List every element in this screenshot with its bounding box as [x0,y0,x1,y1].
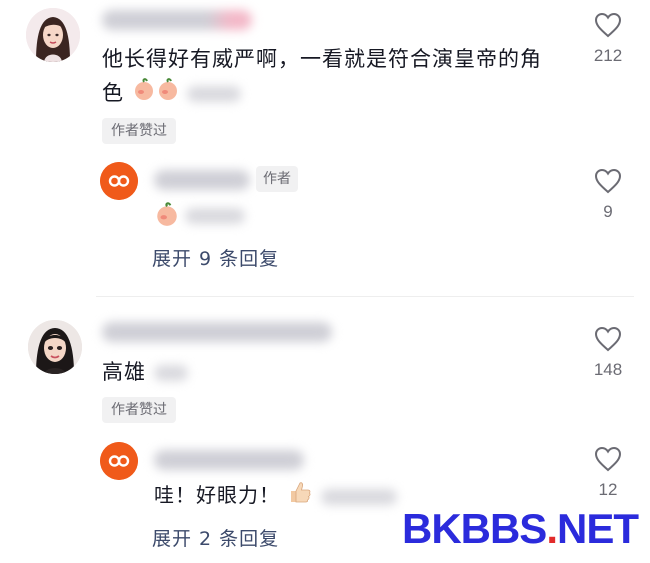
brand-logo-icon [100,442,138,480]
comment-text: 他长得好有威严啊，一看就是符合演皇帝的角 色 [102,42,572,111]
comment-text-line: 他长得好有威严啊，一看就是符合演皇帝的角 [102,47,542,71]
user-avatar[interactable] [28,320,82,374]
watermark-text: BKBBS [401,505,547,552]
author-liked-tag: 作者赞过 [102,397,176,423]
username-blurred[interactable] [102,322,332,342]
reply-username-blurred[interactable] [154,170,250,190]
like-button[interactable]: 148 [580,326,636,380]
reply-text [154,201,246,231]
blurred-text [153,365,188,381]
like-button[interactable]: 212 [580,12,636,66]
reply-username-blurred[interactable] [154,450,304,470]
avatar-illustration-icon [26,8,80,62]
peach-emoji-icon [154,201,180,231]
like-count: 148 [593,360,623,379]
divider [96,296,634,297]
reply-text-content: 哇！好眼力！ [154,483,280,507]
expand-replies-button[interactable]: 展开 2 条回复 [152,524,279,551]
blurred-text [187,86,242,102]
watermark-text: . [546,505,558,552]
blurred-text [320,488,397,505]
avatar-illustration-icon [28,320,82,374]
comment-text-line: 色 [102,81,124,105]
like-count: 9 [603,202,613,221]
username-blurred[interactable] [102,10,252,30]
brand-logo-icon [100,162,138,200]
reply-text: 哇！好眼力！ [154,478,397,515]
peach-emoji-icon [156,77,180,111]
like-count: 212 [593,46,623,65]
thumbs-up-emoji-icon [287,479,313,515]
reply-avatar[interactable] [100,162,138,200]
comment-item: 他长得好有威严啊，一看就是符合演皇帝的角 色 作者赞过 212 作者 9 展开 … [0,0,650,296]
watermark-logo: BKBBS.NET [401,505,639,553]
like-button[interactable]: 9 [580,168,636,222]
author-tag: 作者 [256,166,298,192]
comment-text: 高雄 [102,355,302,389]
like-button[interactable]: 12 [580,446,636,500]
expand-replies-button[interactable]: 展开 9 条回复 [152,244,279,271]
heart-outline-icon [594,326,622,352]
blurred-text [185,208,246,224]
reply-avatar[interactable] [100,442,138,480]
watermark-text: NET [557,505,639,552]
heart-outline-icon [594,446,622,472]
like-count: 12 [598,480,618,499]
heart-outline-icon [594,12,622,38]
peach-emoji-icon [132,77,156,111]
heart-outline-icon [594,168,622,194]
comment-text-line: 高雄 [102,360,146,384]
user-avatar[interactable] [26,8,80,62]
author-liked-tag: 作者赞过 [102,118,176,144]
